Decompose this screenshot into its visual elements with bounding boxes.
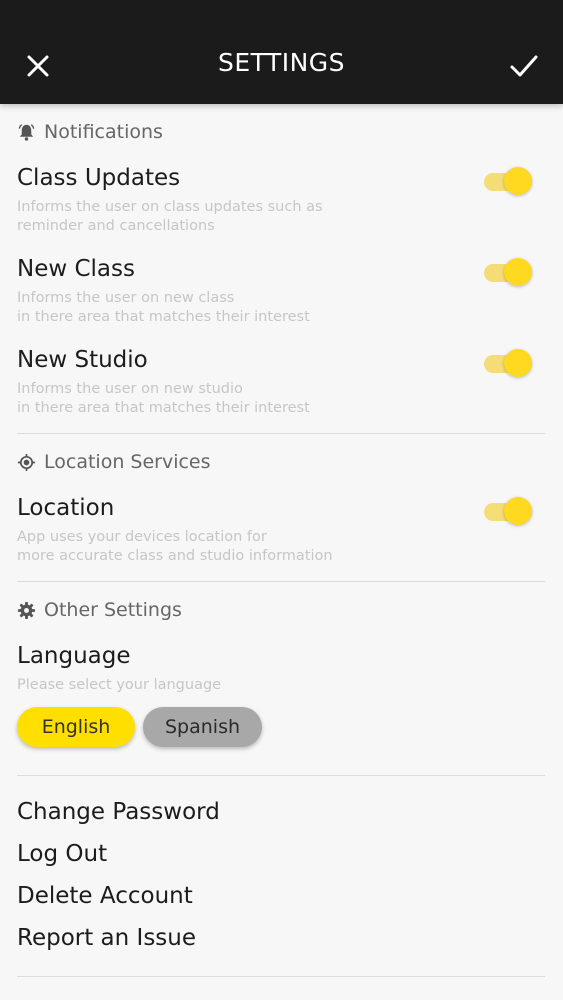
location-title: Location	[17, 495, 115, 521]
change-password-link[interactable]: Change Password	[17, 799, 220, 825]
new-class-desc-line1: Informs the user on new class	[17, 290, 235, 306]
location-target-icon	[17, 453, 36, 471]
delete-account-link[interactable]: Delete Account	[17, 883, 193, 909]
page-title: SETTINGS	[217, 48, 346, 77]
class-updates-description: Informs the user on class updates such a…	[17, 198, 323, 236]
new-class-toggle[interactable]	[484, 257, 536, 287]
bell-icon	[18, 123, 35, 141]
language-title: Language	[17, 643, 131, 669]
notifications-heading: Notifications	[44, 121, 163, 143]
new-studio-description: Informs the user on new studio in there …	[17, 380, 310, 418]
language-description: Please select your language	[17, 677, 222, 693]
location-toggle[interactable]	[484, 496, 536, 526]
language-option-spanish[interactable]: Spanish	[143, 707, 262, 747]
new-studio-title: New Studio	[17, 347, 148, 373]
divider	[17, 976, 545, 977]
language-option-english[interactable]: English	[17, 707, 135, 747]
new-class-description: Informs the user on new class in there a…	[17, 289, 310, 327]
check-icon[interactable]	[509, 52, 539, 80]
report-issue-link[interactable]: Report an Issue	[17, 925, 196, 951]
other-settings-section-header: Other Settings	[17, 597, 182, 623]
class-updates-toggle[interactable]	[484, 166, 536, 196]
new-class-title: New Class	[17, 256, 135, 282]
toggle-knob	[504, 497, 532, 525]
log-out-link[interactable]: Log Out	[17, 841, 107, 867]
toggle-knob	[504, 258, 532, 286]
class-updates-title: Class Updates	[17, 165, 181, 191]
divider	[17, 581, 545, 582]
class-updates-desc-line1: Informs the user on class updates such a…	[17, 199, 323, 215]
new-class-desc-line2: in there area that matches their interes…	[17, 309, 310, 325]
toggle-knob	[504, 167, 532, 195]
gear-icon	[17, 601, 36, 619]
notifications-section-header: Notifications	[17, 119, 163, 145]
location-heading: Location Services	[44, 451, 211, 473]
location-description: App uses your devices location for more …	[17, 528, 333, 566]
location-section-header: Location Services	[17, 449, 211, 475]
top-app-bar: SETTINGS	[0, 0, 563, 104]
toggle-knob	[504, 349, 532, 377]
divider	[17, 775, 545, 776]
divider	[17, 433, 545, 434]
new-studio-desc-line1: Informs the user on new studio	[17, 381, 243, 397]
new-studio-toggle[interactable]	[484, 348, 536, 378]
other-settings-heading: Other Settings	[44, 599, 182, 621]
new-studio-desc-line2: in there area that matches their interes…	[17, 400, 310, 416]
location-desc-line2: more accurate class and studio informati…	[17, 548, 333, 564]
class-updates-desc-line2: reminder and cancellations	[17, 218, 215, 234]
location-desc-line1: App uses your devices location for	[17, 529, 267, 545]
